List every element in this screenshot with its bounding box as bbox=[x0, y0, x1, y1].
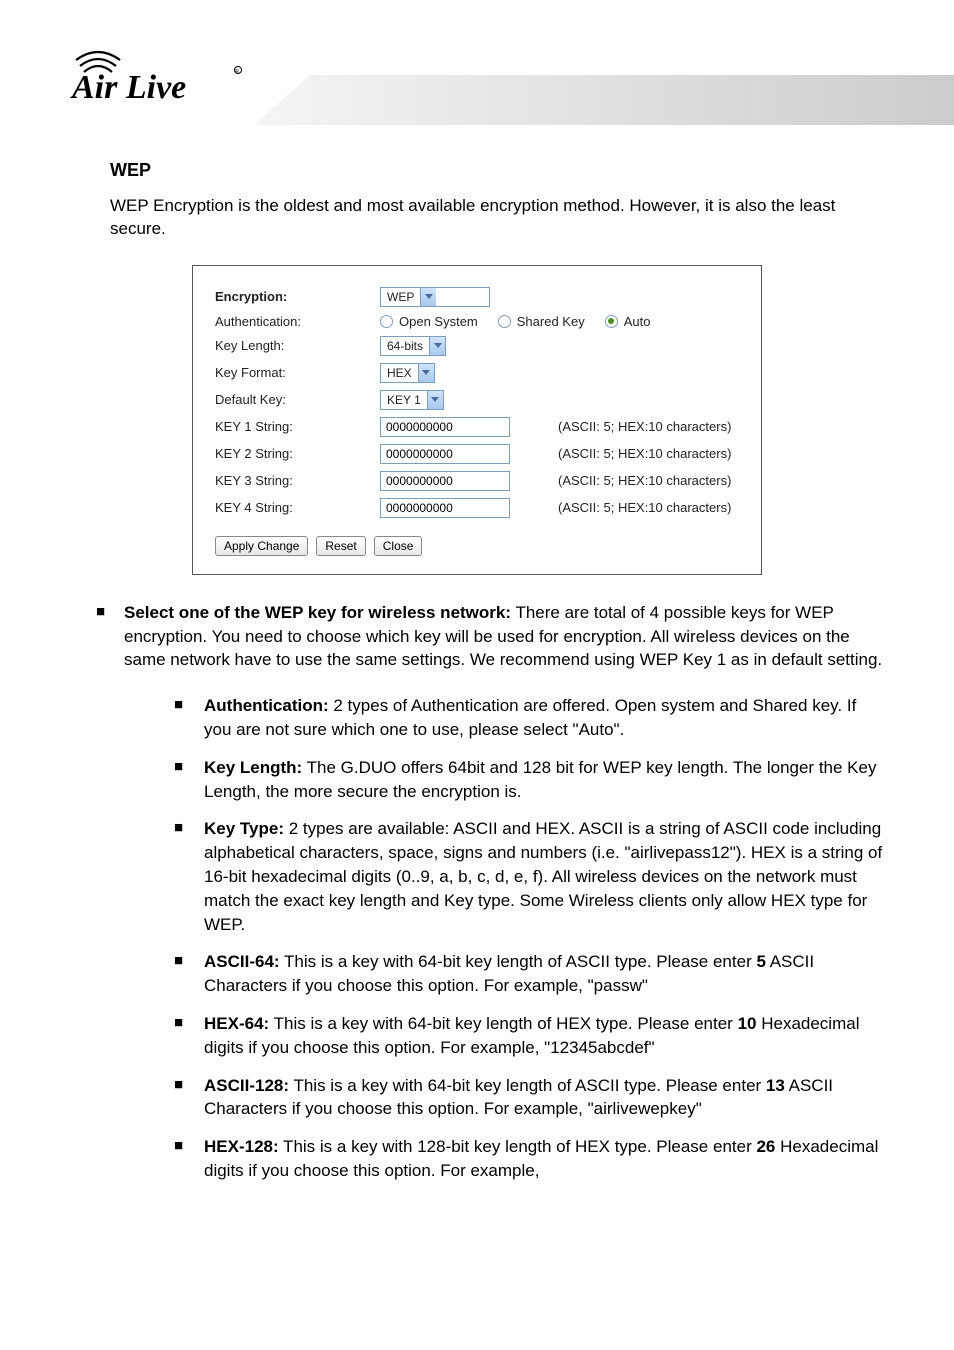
list-item: Key Length: The G.DUO offers 64bit and 1… bbox=[174, 756, 884, 804]
authentication-label: Authentication: bbox=[215, 314, 380, 329]
key1-input[interactable] bbox=[380, 417, 510, 437]
keyformat-select[interactable]: HEX bbox=[380, 363, 435, 383]
key4-hint: (ASCII: 5; HEX:10 characters) bbox=[558, 500, 731, 515]
list-item: HEX-128: This is a key with 128-bit key … bbox=[174, 1135, 884, 1183]
chevron-down-icon bbox=[427, 391, 443, 409]
header-stripe bbox=[254, 75, 954, 125]
list-item: Select one of the WEP key for wireless n… bbox=[96, 601, 884, 1183]
defaultkey-label: Default Key: bbox=[215, 392, 380, 407]
radio-auto[interactable] bbox=[605, 315, 618, 328]
keylength-label: Key Length: bbox=[215, 338, 380, 353]
svg-text:Air Live: Air Live bbox=[70, 69, 186, 106]
key2-label: KEY 2 String: bbox=[215, 446, 380, 461]
keyformat-label: Key Format: bbox=[215, 365, 380, 380]
radio-open-system[interactable] bbox=[380, 315, 393, 328]
apply-button[interactable]: Apply Change bbox=[215, 536, 308, 556]
keylength-select[interactable]: 64-bits bbox=[380, 336, 446, 356]
list-item: ASCII-64: This is a key with 64-bit key … bbox=[174, 950, 884, 998]
list-item: ASCII-128: This is a key with 64-bit key… bbox=[174, 1074, 884, 1122]
page-header: Air Live R bbox=[70, 40, 884, 130]
key1-label: KEY 1 String: bbox=[215, 419, 380, 434]
key3-label: KEY 3 String: bbox=[215, 473, 380, 488]
defaultkey-select[interactable]: KEY 1 bbox=[380, 390, 444, 410]
reset-button[interactable]: Reset bbox=[316, 536, 365, 556]
radio-shared-key[interactable] bbox=[498, 315, 511, 328]
key3-hint: (ASCII: 5; HEX:10 characters) bbox=[558, 473, 731, 488]
key4-input[interactable] bbox=[380, 498, 510, 518]
chevron-down-icon bbox=[429, 337, 445, 355]
intro-paragraph: WEP Encryption is the oldest and most av… bbox=[110, 195, 884, 241]
list-item: Authentication: 2 types of Authenticatio… bbox=[174, 694, 884, 742]
key2-input[interactable] bbox=[380, 444, 510, 464]
key2-hint: (ASCII: 5; HEX:10 characters) bbox=[558, 446, 731, 461]
key1-hint: (ASCII: 5; HEX:10 characters) bbox=[558, 419, 731, 434]
section-heading: WEP bbox=[110, 160, 884, 181]
chevron-down-icon bbox=[418, 364, 434, 382]
key3-input[interactable] bbox=[380, 471, 510, 491]
close-button[interactable]: Close bbox=[374, 536, 423, 556]
brand-logo: Air Live R bbox=[70, 40, 250, 115]
list-item: HEX-64: This is a key with 64-bit key le… bbox=[174, 1012, 884, 1060]
encryption-label: Encryption: bbox=[215, 289, 380, 304]
chevron-down-icon bbox=[420, 288, 436, 306]
wep-form: Encryption: WEP Authentication: Open Sys… bbox=[192, 265, 762, 575]
svg-text:R: R bbox=[235, 69, 239, 75]
encryption-select[interactable]: WEP bbox=[380, 287, 490, 307]
list-item: Key Type: 2 types are available: ASCII a… bbox=[174, 817, 884, 936]
key4-label: KEY 4 String: bbox=[215, 500, 380, 515]
